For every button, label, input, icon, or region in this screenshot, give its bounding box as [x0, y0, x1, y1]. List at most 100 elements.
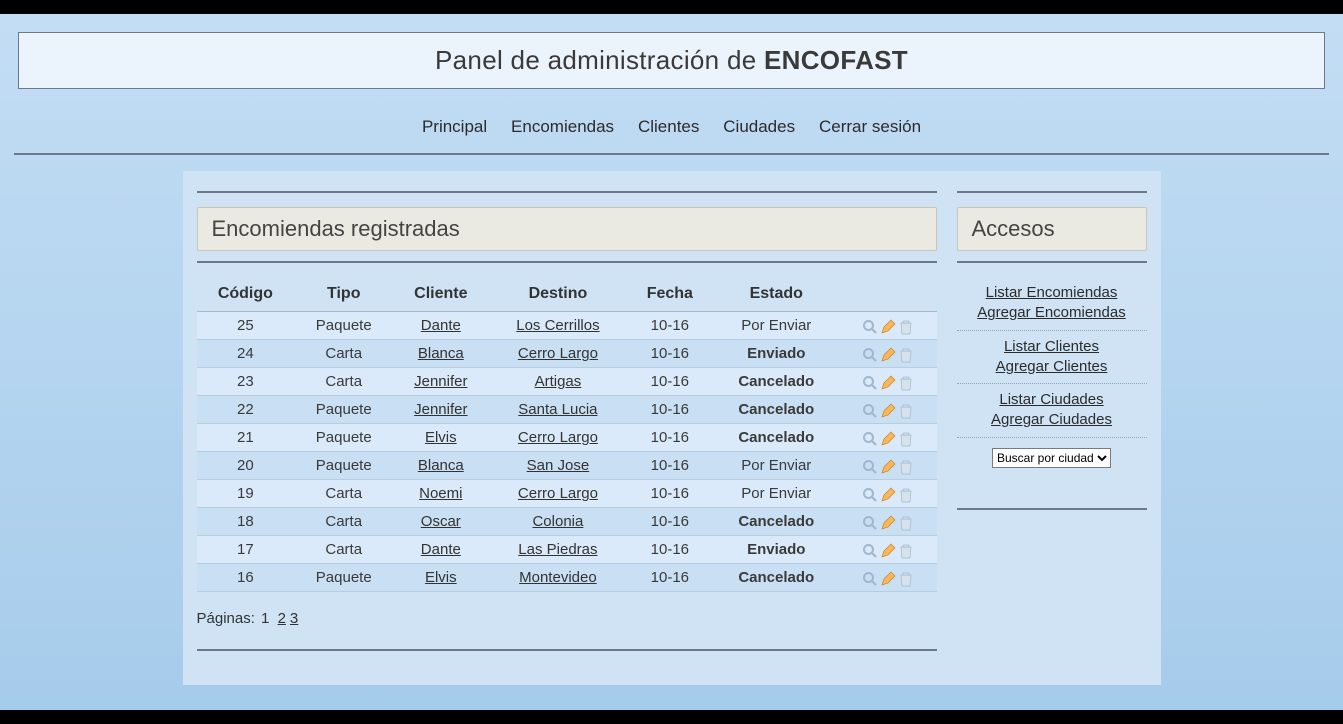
divider: [957, 261, 1147, 263]
destino-link[interactable]: Cerro Largo: [518, 429, 598, 446]
city-select[interactable]: Buscar por ciudad: [992, 448, 1111, 468]
delete-icon[interactable]: [898, 570, 914, 586]
nav-encomiendas[interactable]: Encomiendas: [511, 117, 614, 137]
client-link[interactable]: Elvis: [425, 429, 457, 446]
nav-logout[interactable]: Cerrar sesión: [819, 117, 921, 137]
cell-codigo: 20: [197, 452, 295, 480]
table-row: 24CartaBlancaCerro Largo10-16Enviado: [197, 340, 937, 368]
cell-fecha: 10-16: [627, 536, 712, 564]
destino-link[interactable]: Colonia: [532, 513, 583, 530]
edit-icon[interactable]: [880, 402, 896, 418]
edit-icon[interactable]: [880, 430, 896, 446]
cell-codigo: 25: [197, 312, 295, 340]
destino-link[interactable]: Los Cerrillos: [516, 317, 599, 334]
cell-estado: Cancelado: [712, 424, 840, 452]
cell-fecha: 10-16: [627, 508, 712, 536]
destino-link[interactable]: San Jose: [527, 457, 590, 474]
client-link[interactable]: Jennifer: [414, 401, 467, 418]
delete-icon[interactable]: [898, 486, 914, 502]
divider: [957, 191, 1147, 193]
cell-tipo: Paquete: [294, 312, 393, 340]
cell-tipo: Paquete: [294, 564, 393, 592]
delete-icon[interactable]: [898, 430, 914, 446]
delete-icon[interactable]: [898, 374, 914, 390]
view-icon[interactable]: [862, 514, 878, 530]
client-link[interactable]: Dante: [421, 317, 461, 334]
destino-link[interactable]: Montevideo: [519, 569, 597, 586]
cell-fecha: 10-16: [627, 424, 712, 452]
edit-icon[interactable]: [880, 318, 896, 334]
sidebar-group: Listar EncomiendasAgregar Encomiendas: [957, 277, 1147, 331]
sidebar-list-link[interactable]: Listar Encomiendas: [957, 283, 1147, 303]
delete-icon[interactable]: [898, 458, 914, 474]
delete-icon[interactable]: [898, 542, 914, 558]
destino-link[interactable]: Cerro Largo: [518, 485, 598, 502]
cell-tipo: Carta: [294, 340, 393, 368]
pager: Páginas: 1 23: [197, 610, 937, 627]
brand: ENCOFAST: [764, 45, 908, 75]
header-bar: Panel de administración de ENCOFAST: [18, 32, 1325, 89]
nav-clientes[interactable]: Clientes: [638, 117, 699, 137]
view-icon[interactable]: [862, 374, 878, 390]
delete-icon[interactable]: [898, 346, 914, 362]
cell-tipo: Carta: [294, 480, 393, 508]
sidebar-add-link[interactable]: Agregar Encomiendas: [957, 303, 1147, 323]
view-icon[interactable]: [862, 570, 878, 586]
pager-link[interactable]: 2: [278, 610, 286, 627]
cell-codigo: 24: [197, 340, 295, 368]
edit-icon[interactable]: [880, 486, 896, 502]
cell-tipo: Carta: [294, 508, 393, 536]
client-link[interactable]: Dante: [421, 541, 461, 558]
client-link[interactable]: Oscar: [421, 513, 461, 530]
panel-title: Encomiendas registradas: [197, 207, 937, 251]
sidebar-add-link[interactable]: Agregar Clientes: [957, 357, 1147, 377]
client-link[interactable]: Noemi: [419, 485, 462, 502]
cell-estado: Por Enviar: [712, 480, 840, 508]
delete-icon[interactable]: [898, 402, 914, 418]
client-link[interactable]: Blanca: [418, 345, 464, 362]
edit-icon[interactable]: [880, 374, 896, 390]
client-link[interactable]: Jennifer: [414, 373, 467, 390]
edit-icon[interactable]: [880, 514, 896, 530]
cell-fecha: 10-16: [627, 340, 712, 368]
cell-codigo: 16: [197, 564, 295, 592]
edit-icon[interactable]: [880, 346, 896, 362]
col-tipo: Tipo: [294, 277, 393, 312]
col-fecha: Fecha: [627, 277, 712, 312]
delete-icon[interactable]: [898, 514, 914, 530]
nav-ciudades[interactable]: Ciudades: [723, 117, 795, 137]
nav-principal[interactable]: Principal: [422, 117, 487, 137]
edit-icon[interactable]: [880, 458, 896, 474]
destino-link[interactable]: Santa Lucia: [518, 401, 597, 418]
client-link[interactable]: Blanca: [418, 457, 464, 474]
view-icon[interactable]: [862, 430, 878, 446]
view-icon[interactable]: [862, 402, 878, 418]
sidebar-list-link[interactable]: Listar Ciudades: [957, 390, 1147, 410]
sidebar-title: Accesos: [957, 207, 1147, 251]
table-row: 17CartaDanteLas Piedras10-16Enviado: [197, 536, 937, 564]
cell-fecha: 10-16: [627, 480, 712, 508]
table-row: 16PaqueteElvisMontevideo10-16Cancelado: [197, 564, 937, 592]
view-icon[interactable]: [862, 542, 878, 558]
sidebar-list-link[interactable]: Listar Clientes: [957, 337, 1147, 357]
view-icon[interactable]: [862, 486, 878, 502]
client-link[interactable]: Elvis: [425, 569, 457, 586]
destino-link[interactable]: Las Piedras: [518, 541, 597, 558]
view-icon[interactable]: [862, 346, 878, 362]
edit-icon[interactable]: [880, 542, 896, 558]
pager-link[interactable]: 3: [290, 610, 298, 627]
cell-codigo: 19: [197, 480, 295, 508]
destino-link[interactable]: Cerro Largo: [518, 345, 598, 362]
cell-estado: Por Enviar: [712, 312, 840, 340]
view-icon[interactable]: [862, 318, 878, 334]
view-icon[interactable]: [862, 458, 878, 474]
destino-link[interactable]: Artigas: [535, 373, 582, 390]
delete-icon[interactable]: [898, 318, 914, 334]
cell-codigo: 18: [197, 508, 295, 536]
col-destino: Destino: [488, 277, 627, 312]
title-prefix: Panel de administración de: [435, 45, 764, 75]
sidebar-add-link[interactable]: Agregar Ciudades: [957, 410, 1147, 430]
cell-codigo: 23: [197, 368, 295, 396]
edit-icon[interactable]: [880, 570, 896, 586]
divider: [197, 649, 937, 651]
